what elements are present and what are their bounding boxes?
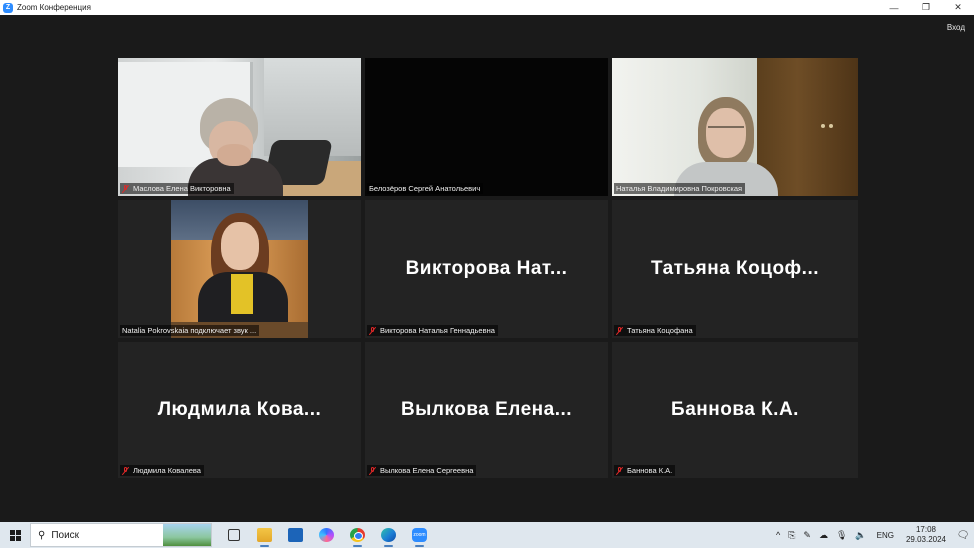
participant-name: Natalia Pokrovskaia подключает звук ... xyxy=(122,326,257,335)
zoom-app-icon: Z xyxy=(3,2,13,13)
person-hand xyxy=(217,144,251,166)
participant-name-label: Викторова Наталья Геннадьевна xyxy=(367,325,498,336)
taskbar-clock[interactable]: 17:08 29.03.2024 xyxy=(906,525,946,545)
windows-logo-icon xyxy=(9,529,21,541)
participant-name-label: Наталья Владимировна Покровская xyxy=(614,183,746,194)
speaker-icon[interactable]: 🔈 xyxy=(855,530,866,541)
mic-muted-icon xyxy=(369,326,377,335)
participant-display-name: Викторова Нат... xyxy=(405,258,568,279)
gallery-grid: Маслова Елена Викторовна Белозёров Серге… xyxy=(118,58,858,478)
taskbar-mail[interactable] xyxy=(280,522,311,548)
participant-name: Баннова К.А. xyxy=(627,466,673,475)
taskbar-copilot[interactable] xyxy=(311,522,342,548)
mic-muted-icon xyxy=(122,184,130,193)
taskbar-task-view[interactable] xyxy=(218,522,249,548)
mic-muted-icon xyxy=(616,466,624,475)
signin-link[interactable]: Вход xyxy=(947,23,965,32)
mic-muted-icon xyxy=(122,466,130,475)
onedrive-cloud-icon[interactable]: ☁ xyxy=(819,530,828,541)
participant-name-label: Людмила Ковалева xyxy=(120,465,204,476)
restore-button[interactable]: ❐ xyxy=(910,0,942,15)
taskbar-chrome[interactable] xyxy=(342,522,373,548)
system-tray: ^ ⎘ ✎ ☁ 🎙 🔈 ENG 17:08 29.03.2024 🗨 xyxy=(772,522,974,548)
mail-icon xyxy=(288,528,303,542)
clock-date: 29.03.2024 xyxy=(905,535,946,544)
door-handle xyxy=(829,124,833,128)
participant-tile[interactable]: Баннова К.А. Баннова К.А. xyxy=(612,342,858,478)
participant-name-label: Natalia Pokrovskaia подключает звук ... xyxy=(120,325,260,336)
participant-name-label: Татьяна Коцофана xyxy=(614,325,696,336)
taskbar-edge[interactable] xyxy=(373,522,404,548)
participant-display-name: Вылкова Елена... xyxy=(400,399,573,420)
person-face xyxy=(221,222,259,270)
copilot-icon xyxy=(319,528,334,542)
taskbar-file-explorer[interactable] xyxy=(249,522,280,548)
participant-display-name: Баннова К.А. xyxy=(671,399,799,420)
pen-icon[interactable]: ✎ xyxy=(803,530,811,541)
window-controls: — ❐ ✕ xyxy=(878,0,974,15)
search-highlight-image xyxy=(163,524,211,546)
participant-name: Людмила Ковалева xyxy=(133,466,201,475)
taskbar-search-box[interactable]: ⚲ Поиск xyxy=(30,523,212,547)
participant-display-name: Людмила Кова... xyxy=(157,399,322,420)
notification-center-icon[interactable]: 🗨 xyxy=(952,522,974,548)
participant-tile[interactable]: Людмила Кова... Людмила Ковалева xyxy=(118,342,361,478)
search-placeholder: Поиск xyxy=(51,529,80,541)
window-title-bar[interactable]: Z Zoom Конференция — ❐ ✕ xyxy=(0,0,974,15)
person-glasses xyxy=(708,126,744,135)
meeting-area: Вход Маслова Елена Викторовна Белозёров … xyxy=(0,15,974,522)
mic-muted-icon xyxy=(616,326,624,335)
participant-display-name: Татьяна Коцоф... xyxy=(650,258,820,279)
clock-time: 17:08 xyxy=(915,525,936,534)
windows-taskbar: ⚲ Поиск zoom ^ ⎘ ✎ ☁ 🎙 🔈 ENG 17:08 29.03… xyxy=(0,522,974,548)
participant-name-label: Вылкова Елена Сергеевна xyxy=(367,465,477,476)
search-icon: ⚲ xyxy=(38,529,46,541)
participant-name: Белозёров Сергей Анатольевич xyxy=(369,184,481,193)
start-button[interactable] xyxy=(0,522,30,548)
participant-tile[interactable]: Татьяна Коцоф... Татьяна Коцофана xyxy=(612,200,858,338)
window-title: Zoom Конференция xyxy=(17,3,91,12)
input-language-indicator[interactable]: ENG xyxy=(877,531,894,540)
participant-name: Вылкова Елена Сергеевна xyxy=(380,466,474,475)
microphone-icon[interactable]: 🎙 xyxy=(836,530,847,541)
usb-device-icon[interactable]: ⎘ xyxy=(788,530,795,541)
door-handle xyxy=(821,124,825,128)
show-hidden-icons-chevron-icon[interactable]: ^ xyxy=(776,530,780,540)
participant-name: Викторова Наталья Геннадьевна xyxy=(380,326,495,335)
chrome-icon xyxy=(350,528,365,542)
mic-muted-icon xyxy=(369,466,377,475)
participant-name: Наталья Владимировна Покровская xyxy=(616,184,743,193)
participant-name: Татьяна Коцофана xyxy=(627,326,693,335)
participant-name-label: Белозёров Сергей Анатольевич xyxy=(367,183,484,194)
participant-tile[interactable]: Вылкова Елена... Вылкова Елена Сергеевна xyxy=(365,342,608,478)
zoom-icon: zoom xyxy=(412,528,427,542)
minimize-button[interactable]: — xyxy=(878,0,910,15)
close-button[interactable]: ✕ xyxy=(942,0,974,15)
participant-name: Маслова Елена Викторовна xyxy=(133,184,231,193)
taskbar-zoom[interactable]: zoom xyxy=(404,522,435,548)
participant-tile-active-speaker[interactable]: Наталья Владимировна Покровская xyxy=(612,58,858,196)
participant-tile[interactable]: Natalia Pokrovskaia подключает звук ... xyxy=(118,200,361,338)
folder-icon xyxy=(257,528,272,542)
task-view-icon xyxy=(227,529,240,541)
participant-name-label: Баннова К.А. xyxy=(614,465,676,476)
participant-tile[interactable]: Викторова Нат... Викторова Наталья Генна… xyxy=(365,200,608,338)
person-shirt xyxy=(231,274,253,314)
edge-icon xyxy=(381,528,396,542)
participant-name-label: Маслова Елена Викторовна xyxy=(120,183,234,194)
participant-tile[interactable]: Маслова Елена Викторовна xyxy=(118,58,361,196)
participant-tile[interactable]: Белозёров Сергей Анатольевич xyxy=(365,58,608,196)
